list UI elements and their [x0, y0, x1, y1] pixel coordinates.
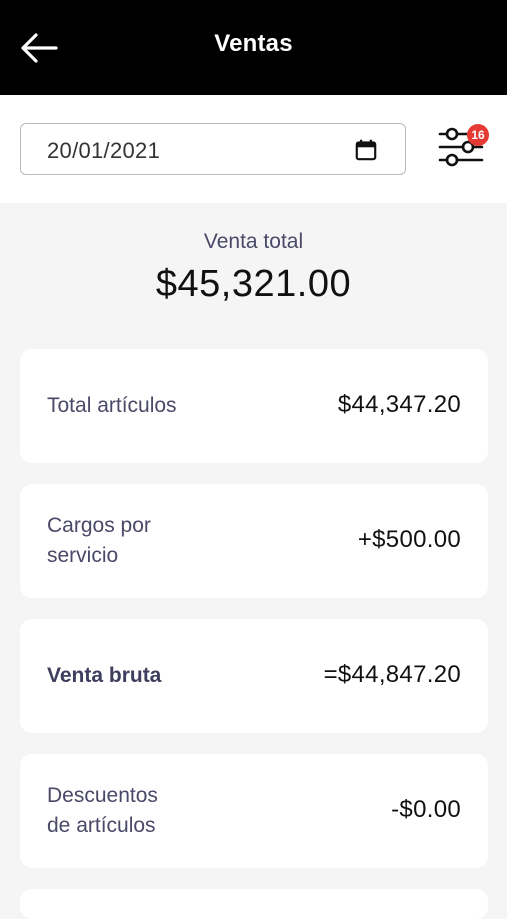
- service-charges-card: Cargos por servicio +$500.00: [20, 484, 488, 598]
- total-items-card: Total artículos $44,347.20: [20, 349, 488, 463]
- total-sales-value: $45,321.00: [155, 263, 352, 305]
- item-discounts-label-line2: de artículos: [47, 814, 156, 837]
- gross-sales-card: Venta bruta =$44,847.20: [20, 619, 488, 733]
- date-picker-field[interactable]: 20/01/2021: [20, 123, 406, 175]
- total-sales-label: Venta total: [203, 230, 304, 253]
- top-app-bar: Ventas: [0, 0, 507, 95]
- calendar-icon[interactable]: [353, 137, 379, 163]
- service-charges-label-line2: servicio: [47, 544, 119, 567]
- filter-count-badge: 16: [467, 124, 489, 146]
- next-card-partial: [20, 889, 488, 919]
- item-discounts-label-line1: Descuentos: [47, 784, 158, 807]
- date-value: 20/01/2021: [47, 138, 161, 163]
- gross-sales-label: Venta bruta: [47, 664, 162, 687]
- item-discounts-value: -$0.00: [391, 796, 461, 823]
- service-charges-label-line1: Cargos por: [47, 514, 151, 537]
- gross-sales-value: =$44,847.20: [323, 661, 461, 688]
- total-items-value: $44,347.20: [337, 391, 461, 418]
- page-title: Ventas: [214, 30, 293, 57]
- service-charges-value: +$500.00: [357, 526, 461, 553]
- item-discounts-card: Descuentos de artículos -$0.00: [20, 754, 488, 868]
- total-items-label: Total artículos: [47, 394, 177, 417]
- filter-bar: 20/01/2021: [0, 95, 507, 203]
